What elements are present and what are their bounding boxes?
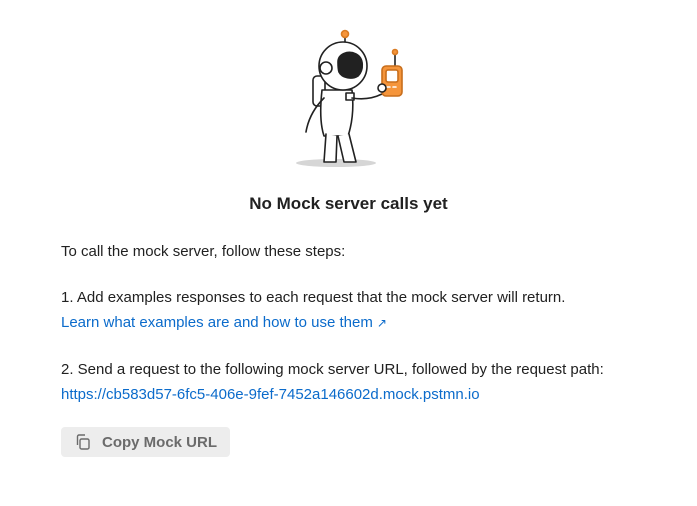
copy-mock-url-button[interactable]: Copy Mock URL	[61, 427, 230, 457]
step-1-text: 1. Add examples responses to each reques…	[61, 289, 566, 306]
empty-state-title: No Mock server calls yet	[249, 194, 448, 213]
copy-icon	[74, 433, 92, 451]
step-2-text: 2. Send a request to the following mock …	[61, 361, 604, 378]
learn-examples-link[interactable]: Learn what examples are and how to use t…	[61, 314, 387, 331]
copy-mock-url-label: Copy Mock URL	[102, 433, 218, 451]
astronaut-illustration	[286, 28, 416, 170]
learn-examples-link-label: Learn what examples are and how to use t…	[61, 314, 373, 331]
external-arrow-icon: ↗	[376, 316, 387, 330]
instructions-intro: To call the mock server, follow these st…	[61, 243, 346, 260]
mock-server-url[interactable]: https://cb583d57-6fc5-406e-9fef-7452a146…	[61, 386, 480, 403]
